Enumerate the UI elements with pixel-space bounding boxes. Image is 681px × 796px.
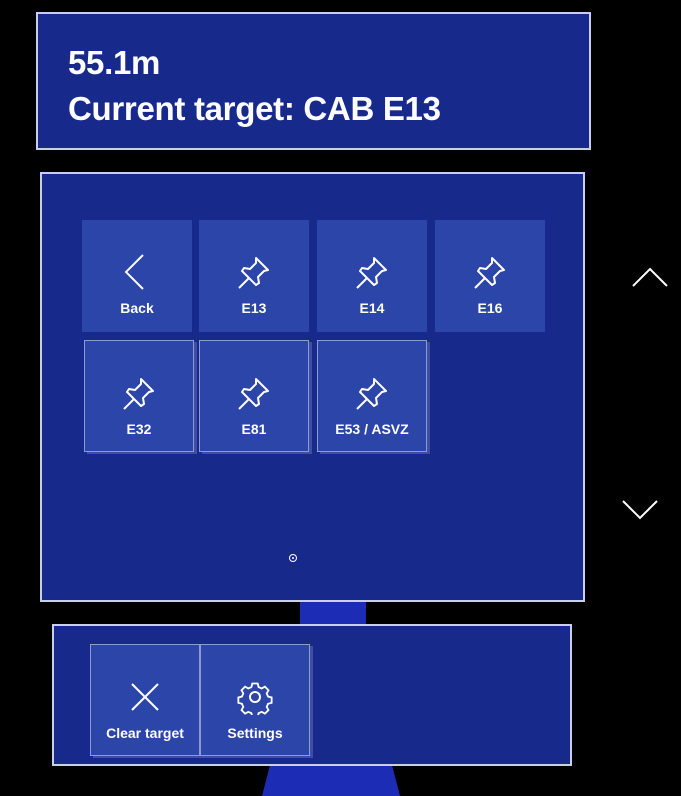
distance-readout: 55.1m	[68, 44, 161, 81]
target-info-panel: 55.1m Current target: CAB E13	[36, 12, 591, 150]
chevron-down-icon	[620, 500, 660, 528]
chevron-left-icon	[115, 250, 159, 294]
clear-target-button[interactable]: Clear target	[90, 644, 200, 756]
gear-icon	[233, 675, 277, 719]
destination-label: E32	[126, 421, 152, 437]
close-icon	[123, 675, 167, 719]
pin-icon	[350, 250, 394, 294]
destination-label: E81	[241, 421, 267, 437]
destination-e16-button[interactable]: E16	[435, 220, 545, 332]
destination-label: E53 / ASVZ	[335, 421, 409, 437]
destination-e32-button[interactable]: E32	[84, 340, 194, 452]
clear-target-label: Clear target	[106, 725, 184, 741]
bottom-panel-stand	[262, 764, 400, 796]
pin-icon	[468, 250, 512, 294]
destination-label: E13	[241, 300, 267, 316]
menu-panel-stand	[300, 600, 366, 626]
destination-e13-button[interactable]: E13	[199, 220, 309, 332]
scroll-down-button[interactable]	[620, 494, 660, 524]
destination-e53-asvz-button[interactable]: E53 / ASVZ	[317, 340, 427, 452]
pin-icon	[232, 250, 276, 294]
actions-panel: Clear target Settings	[52, 624, 572, 766]
destination-e81-button[interactable]: E81	[199, 340, 309, 452]
back-button[interactable]: Back	[82, 220, 192, 332]
destination-label: E14	[359, 300, 385, 316]
back-button-label: Back	[120, 300, 154, 316]
destination-menu-panel: Back E13 E14 E16 E32 E81 E53 / ASVZ	[40, 172, 585, 602]
settings-label: Settings	[227, 725, 283, 741]
scroll-up-button[interactable]	[630, 262, 670, 292]
chevron-up-icon	[630, 267, 670, 296]
pin-icon	[232, 371, 276, 415]
destination-e14-button[interactable]: E14	[317, 220, 427, 332]
destination-label: E16	[477, 300, 503, 316]
pin-icon	[117, 371, 161, 415]
gaze-cursor	[289, 554, 297, 562]
current-target-label: Current target: CAB E13	[68, 90, 441, 127]
pin-icon	[350, 371, 394, 415]
settings-button[interactable]: Settings	[200, 644, 310, 756]
